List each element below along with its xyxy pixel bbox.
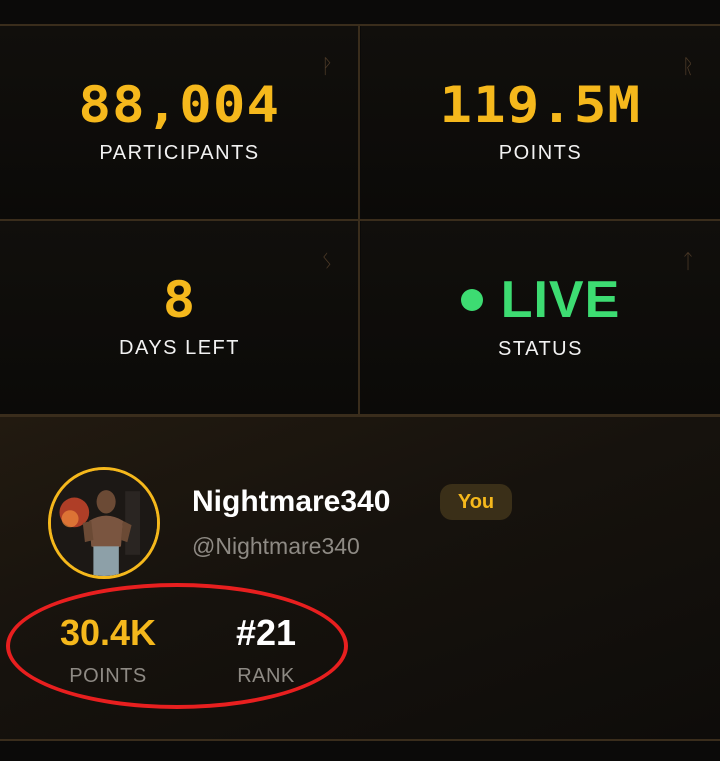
rune-icon: ᚹ [321, 54, 333, 78]
profile-handle: @Nightmare340 [192, 533, 360, 559]
user-points-value: 30.4K [59, 612, 157, 653]
user-points-label: POINTS [69, 665, 147, 687]
avatar[interactable] [48, 467, 160, 579]
rune-icon: ᚱ [682, 54, 694, 78]
days-left-label: DAYS LEFT [119, 337, 240, 359]
user-rank-value: #21 [235, 612, 297, 653]
status-live-row: LIVE [460, 271, 621, 329]
stat-status: ᛏ LIVE STATUS [361, 221, 720, 414]
days-left-value: 8 [162, 271, 197, 329]
profile-username: Nightmare340 [192, 485, 391, 518]
user-rank-label: RANK [237, 665, 295, 687]
user-rank-stat: #21 RANK [208, 615, 324, 688]
user-profile-card: Nightmare340 You @Nightmare340 30.4K POI… [0, 417, 720, 739]
live-dot-icon [460, 289, 483, 311]
you-badge: You [440, 484, 512, 520]
stat-points: ᚱ 119.5M POINTS [361, 26, 720, 219]
participants-label: PARTICIPANTS [99, 142, 260, 164]
participants-value: 88,004 [78, 76, 281, 134]
stat-participants: ᚹ 88,004 PARTICIPANTS [0, 26, 359, 219]
total-points-label: POINTS [498, 142, 583, 164]
rune-icon: ᛏ [682, 249, 694, 273]
grid-divider-horizontal [0, 219, 720, 221]
stat-days-left: ᛊ 8 DAYS LEFT [0, 221, 359, 414]
status-value: LIVE [500, 271, 621, 329]
bottom-section [0, 741, 720, 761]
status-label: STATUS [498, 338, 583, 360]
rune-icon: ᛊ [321, 249, 333, 273]
avatar-photo-icon [51, 470, 157, 576]
user-points-stat: 30.4K POINTS [38, 615, 178, 688]
total-points-value: 119.5M [439, 76, 642, 134]
stats-grid: ᚹ 88,004 PARTICIPANTS ᚱ 119.5M POINTS ᛊ … [0, 26, 720, 414]
